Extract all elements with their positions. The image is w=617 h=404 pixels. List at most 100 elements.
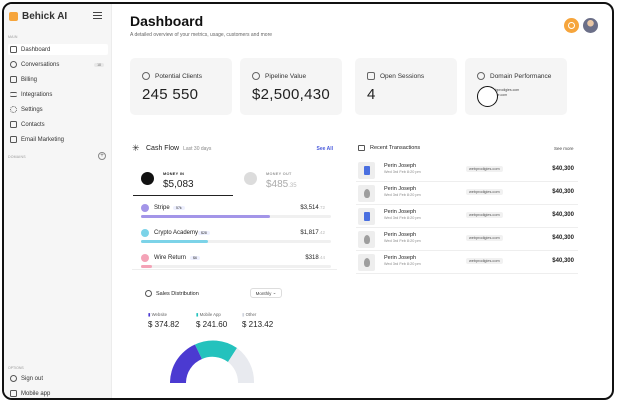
transaction-date: Wed 3rd Feb 8:20 pm [384, 170, 421, 174]
sidebar: Behick AI MAIN Dashboard Conversations 1… [4, 4, 112, 398]
bag-icon [358, 145, 365, 151]
brand[interactable]: Behick AI [9, 11, 67, 22]
money-out-tab[interactable]: MONEY OUT $485.35 [236, 164, 336, 196]
contact-icon [10, 121, 17, 128]
sun-icon: ✳ [132, 143, 140, 153]
sidebar-item-label: Sign out [21, 375, 44, 382]
transaction-icon [358, 185, 375, 202]
sidebar-item-mobile-app[interactable]: Mobile app [8, 388, 108, 398]
source-amount: $1,817 [300, 230, 319, 236]
cash-flow-row[interactable]: Wire Return $6 $318.44 [141, 253, 331, 273]
section-label-options: OPTIONS [8, 366, 24, 370]
sidebar-item-sign-out[interactable]: Sign out [8, 373, 108, 384]
transaction-row[interactable]: Perin Joseph Wed 3rd Feb 8:20 pm webprod… [356, 160, 578, 182]
money-out-cents: .35 [288, 183, 297, 189]
period-select[interactable]: Monthly ⌄ [250, 288, 282, 298]
user-icon [142, 72, 150, 80]
pie-icon [145, 290, 152, 297]
sidebar-item-label: Email Marketing [21, 136, 65, 143]
cash-flow-period: Last 30 days [183, 145, 212, 152]
money-in-value: $5,083 [163, 179, 194, 190]
domain-performance-ring [477, 86, 498, 107]
sidebar-item-contacts[interactable]: Contacts [8, 119, 108, 130]
cash-flow-row[interactable]: Stripe 57k $3,514.72 [141, 203, 331, 223]
sidebar-item-settings[interactable]: Settings [8, 104, 108, 115]
donut-segment-website [169, 344, 202, 383]
transaction-icon [358, 162, 375, 179]
stat-card-potential-clients: Potential Clients 245 550 [130, 58, 232, 115]
transaction-row[interactable]: Perin Joseph Wed 3rd Feb 8:20 pm webprod… [356, 183, 578, 205]
page-title: Dashboard [130, 13, 204, 29]
transaction-row[interactable]: Perin Joseph Wed 3rd Feb 8:20 pm webprod… [356, 252, 578, 274]
transaction-domain: webprodigies.com [466, 166, 503, 172]
source-amount: $3,514 [300, 205, 319, 211]
chat-icon [367, 72, 375, 80]
source-tag: $28 [198, 231, 210, 235]
mobile-icon [10, 390, 17, 397]
source-name: Wire Return [154, 255, 187, 261]
transaction-domain: webprodigies.com [466, 212, 503, 218]
source-name: Crypto Academy [154, 230, 199, 236]
transactions-title: Recent Transactions [370, 145, 421, 151]
transaction-name: Perin Joseph [384, 232, 417, 238]
sales-title: Sales Distribution [156, 290, 199, 297]
see-more-link[interactable]: See more [554, 146, 574, 151]
stat-label: Domain Performance [490, 72, 552, 80]
source-cents: .42 [318, 230, 325, 235]
stat-label: Pipeline Value [265, 72, 307, 80]
sales-item-mobile-app: ▮ Mobile App $ 241.60 [196, 312, 228, 329]
stat-value: 245 550 [142, 86, 199, 103]
sidebar-item-dashboard[interactable]: Dashboard [8, 44, 108, 55]
signout-icon [10, 375, 17, 382]
progress-track [141, 265, 331, 268]
money-out-label: MONEY OUT [266, 172, 292, 176]
avatar[interactable] [583, 18, 598, 33]
cash-flow-row[interactable]: Crypto Academy $28 $1,817.42 [141, 228, 331, 248]
sales-donut-chart [169, 340, 255, 383]
sidebar-item-integrations[interactable]: Integrations [8, 89, 108, 100]
sidebar-item-conversations[interactable]: Conversations 18 [8, 59, 108, 70]
period-select-value: Monthly [255, 290, 272, 296]
brand-name: Behick AI [22, 11, 68, 22]
stat-card-pipeline-value: Pipeline Value $2,500,430 [240, 58, 342, 115]
transaction-amount: $40,300 [552, 235, 574, 241]
sales-item-value: $ 213.42 [242, 320, 274, 329]
transaction-row[interactable]: Perin Joseph Wed 3rd Feb 8:20 pm webprod… [356, 206, 578, 228]
transaction-domain: webprodigies.com [466, 189, 503, 195]
add-domain-icon[interactable]: + [98, 152, 106, 160]
sidebar-item-label: Conversations [21, 61, 60, 68]
transaction-date: Wed 3rd Feb 8:20 pm [384, 239, 421, 243]
stat-value: 4 [367, 86, 376, 103]
page-subtitle: A detailed overview of your metrics, usa… [130, 32, 273, 38]
source-tag: $6 [190, 256, 200, 260]
transaction-date: Wed 3rd Feb 8:20 pm [384, 262, 421, 266]
dollar-icon [252, 72, 260, 80]
transaction-date: Wed 3rd Feb 8:20 pm [384, 216, 421, 220]
count-badge: 18 [94, 62, 104, 67]
sales-item-website: ▮ Website $ 374.82 [148, 312, 180, 329]
sidebar-item-billing[interactable]: Billing [8, 74, 108, 85]
wire-icon [141, 254, 149, 262]
sidebar-item-label: Contacts [21, 121, 45, 128]
hamburger-menu-icon[interactable] [93, 12, 102, 21]
stat-card-open-sessions: Open Sessions 4 [355, 58, 457, 115]
gear-icon [10, 106, 17, 113]
source-tag: 57k [173, 206, 185, 210]
money-out-value: $485 [266, 179, 289, 190]
sales-item-value: $ 374.82 [148, 320, 180, 329]
see-all-link[interactable]: See All [317, 146, 334, 152]
crypto-icon [141, 229, 149, 237]
money-in-tab[interactable]: MONEY IN $5,083 [133, 164, 233, 196]
transaction-row[interactable]: Perin Joseph Wed 3rd Feb 8:20 pm webprod… [356, 229, 578, 251]
sidebar-item-email-marketing[interactable]: Email Marketing [8, 134, 108, 145]
transaction-icon [358, 231, 375, 248]
headset-icon[interactable] [564, 18, 579, 33]
sidebar-item-label: Dashboard [21, 46, 51, 53]
transaction-name: Perin Joseph [384, 163, 417, 169]
grid-icon [10, 46, 17, 53]
stat-card-domain-performance: Domain Performance webprodigies.com appl… [465, 58, 567, 115]
brand-logo-icon [9, 12, 18, 21]
transaction-amount: $40,300 [552, 166, 574, 172]
transaction-domain: webprodigies.com [466, 235, 503, 241]
main-content: Dashboard A detailed overview of your me… [112, 4, 612, 398]
